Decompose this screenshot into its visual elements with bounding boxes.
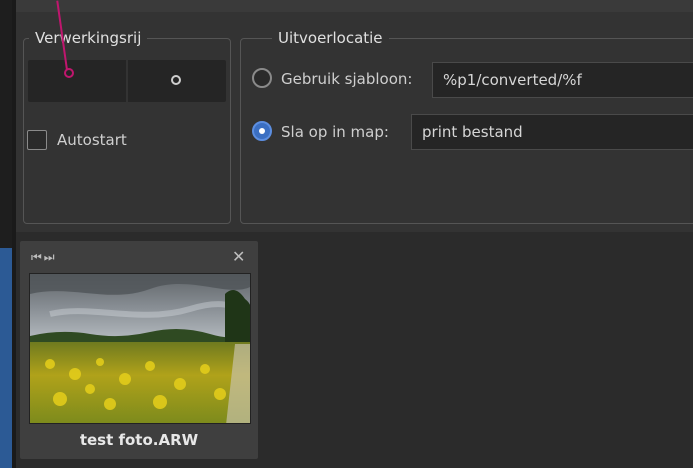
sidebar-accent [0, 248, 12, 468]
landscape-photo [30, 274, 250, 423]
folder-input[interactable]: print bestand [411, 114, 693, 150]
save-in-folder-label: Sla op in map: [281, 123, 389, 141]
left-sidebar-strip [0, 0, 12, 468]
thumbnail-filename: test foto.ARW [79, 431, 199, 449]
autostart-label: Autostart [57, 131, 127, 149]
save-in-folder-radio[interactable] [252, 121, 272, 141]
first-last-icon[interactable]: ⏮⏭ [31, 250, 57, 265]
panel-header-strip [16, 0, 693, 12]
autostart-checkbox[interactable] [27, 130, 47, 150]
processing-queue-legend: Verwerkingsrij [29, 29, 148, 47]
output-location-legend: Uitvoerlocatie [272, 29, 389, 47]
queue-start-button[interactable] [171, 75, 181, 85]
toggle-separator [126, 60, 128, 102]
use-template-label: Gebruik sjabloon: [281, 70, 413, 88]
annotation-marker [64, 68, 74, 78]
template-input[interactable]: %p1/converted/%f [432, 62, 693, 98]
use-template-radio[interactable] [252, 68, 272, 88]
thumbnail-image [29, 273, 251, 424]
close-icon[interactable]: ✕ [232, 247, 245, 266]
